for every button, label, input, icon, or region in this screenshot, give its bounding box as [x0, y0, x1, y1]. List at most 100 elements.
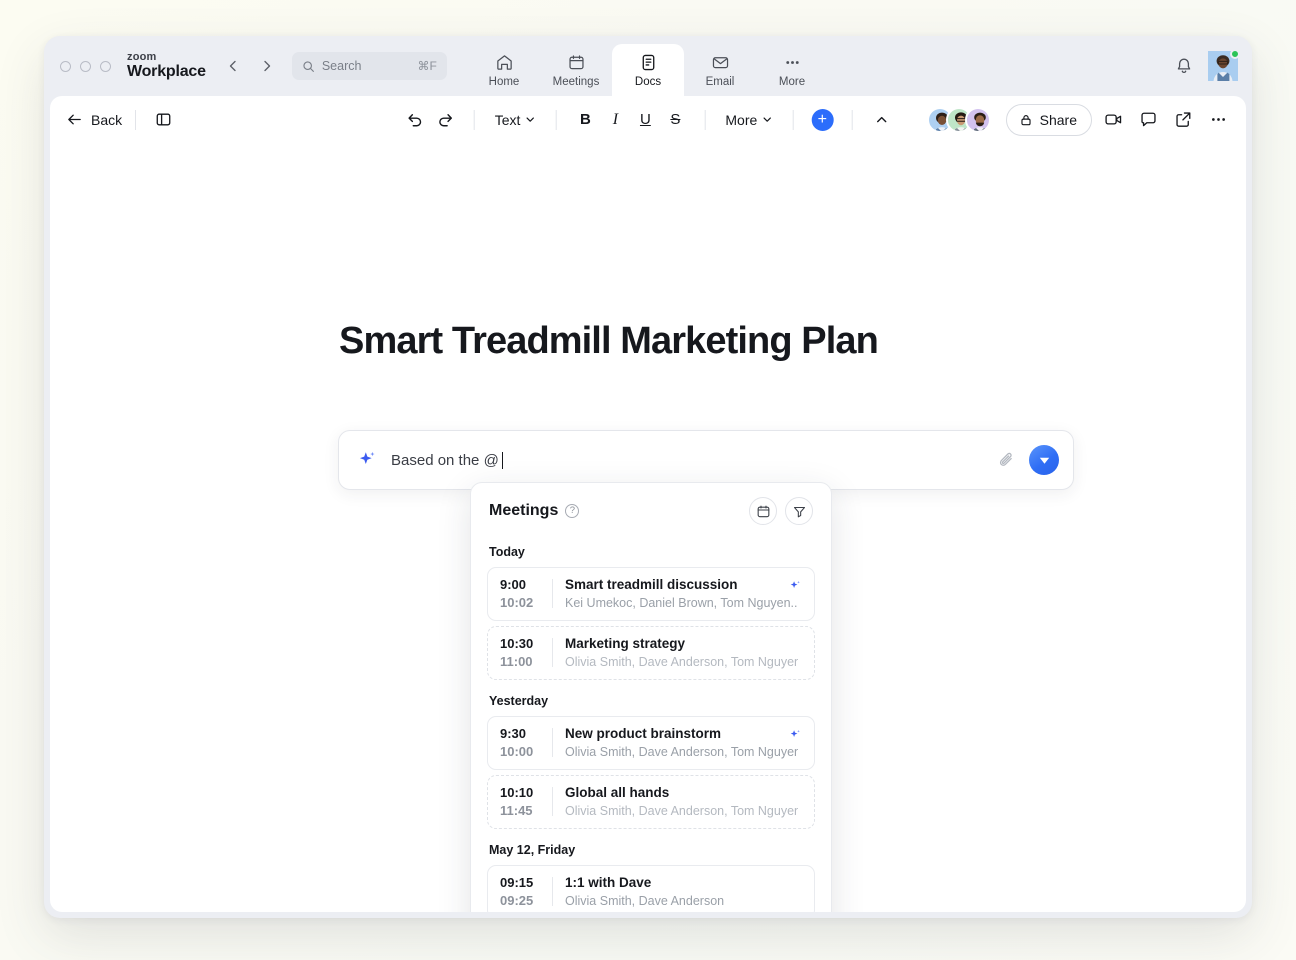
meeting-times: 9:30 10:00: [500, 726, 552, 759]
meeting-end-time: 11:45: [500, 803, 552, 818]
back-button[interactable]: Back: [66, 111, 122, 128]
tab-more[interactable]: More: [756, 44, 828, 96]
editor-toolbar: Back: [50, 96, 1246, 143]
tab-label: More: [779, 76, 805, 88]
panel-left-icon: [155, 111, 172, 128]
search-icon: [302, 60, 315, 73]
external-link-icon: [1174, 110, 1193, 129]
filter-button[interactable]: [785, 497, 813, 525]
minimize-window-button[interactable]: [80, 61, 91, 72]
meeting-row[interactable]: 9:00 10:02 Smart treadmill discussion Ke…: [487, 567, 815, 621]
undo-button[interactable]: [401, 106, 429, 134]
italic-label: I: [613, 111, 618, 129]
day-group-label: Today: [489, 545, 815, 559]
more-options-button[interactable]: [1204, 106, 1232, 134]
nav-forward-button[interactable]: [254, 53, 280, 79]
page-title[interactable]: Smart Treadmill Marketing Plan: [339, 320, 878, 363]
meeting-participants: Olivia Smith, Dave Anderson, Tom Nguyen.…: [565, 804, 798, 818]
chevron-left-icon: [225, 58, 241, 74]
tab-label: Email: [706, 76, 735, 88]
document-pane: Back: [50, 96, 1246, 912]
tab-label: Docs: [635, 76, 661, 88]
chevron-down-icon: [524, 114, 535, 125]
bell-icon: [1174, 56, 1194, 76]
bold-button[interactable]: B: [571, 106, 599, 134]
tab-home[interactable]: Home: [468, 44, 540, 96]
meeting-start-time: 09:15: [500, 875, 552, 890]
meeting-ai-summary-icon: [789, 728, 802, 741]
text-style-dropdown[interactable]: Text: [490, 106, 541, 134]
italic-button[interactable]: I: [601, 106, 629, 134]
attach-file-button[interactable]: [997, 450, 1017, 470]
collaborator-avatars[interactable]: [927, 107, 991, 133]
insert-button[interactable]: +: [808, 106, 836, 134]
meeting-row[interactable]: 09:15 09:25 1:1 with Dave Olivia Smith, …: [487, 865, 815, 912]
app-window: zoom Workplace Search ⌘F: [44, 36, 1252, 918]
chevron-down-icon: [761, 114, 772, 125]
redo-button[interactable]: [431, 106, 459, 134]
toolbar-divider: [792, 110, 793, 130]
brand-line-2: Workplace: [127, 64, 206, 80]
status-badge: [1230, 49, 1240, 59]
calendar-filter-button[interactable]: [749, 497, 777, 525]
meeting-row[interactable]: 9:30 10:00 New product brainstorm Olivia…: [487, 716, 815, 770]
home-icon: [495, 53, 514, 73]
filter-icon: [792, 504, 807, 519]
search-input[interactable]: Search ⌘F: [292, 52, 447, 80]
underline-button[interactable]: U: [631, 106, 659, 134]
day-group-label: Yesterday: [489, 694, 815, 708]
meeting-row[interactable]: 10:30 11:00 Marketing strategy Olivia Sm…: [487, 626, 815, 680]
meeting-times: 9:00 10:02: [500, 577, 552, 610]
calendar-icon: [567, 53, 586, 73]
chevron-up-icon: [874, 113, 888, 127]
calendar-icon: [756, 504, 771, 519]
row-divider: [552, 877, 553, 906]
meeting-name: Smart treadmill discussion: [565, 577, 798, 592]
ellipsis-icon: [1209, 110, 1228, 129]
meeting-row[interactable]: 10:10 11:45 Global all hands Olivia Smit…: [487, 775, 815, 829]
toolbar-divider: [135, 110, 136, 130]
meeting-end-time: 11:00: [500, 654, 552, 669]
strikethrough-button[interactable]: S: [661, 106, 689, 134]
row-divider: [552, 579, 553, 608]
meeting-participants: Olivia Smith, Dave Anderson, Tom Nguyen.…: [565, 745, 798, 759]
user-avatar-button[interactable]: [1208, 51, 1238, 81]
collapse-toolbar-button[interactable]: [867, 106, 895, 134]
tab-meetings[interactable]: Meetings: [540, 44, 612, 96]
send-prompt-button[interactable]: [1029, 445, 1059, 475]
comments-button[interactable]: [1134, 106, 1162, 134]
nav-back-button[interactable]: [220, 53, 246, 79]
ai-prompt-actions: [997, 445, 1059, 475]
meeting-start-time: 10:30: [500, 636, 552, 651]
share-button[interactable]: Share: [1006, 104, 1092, 136]
meetings-mention-dropdown: Meetings ?: [470, 482, 832, 912]
sidebar-toggle-button[interactable]: [149, 106, 177, 134]
plus-circle-icon: +: [811, 109, 833, 131]
main-nav-tabs: Home Meetings Docs: [468, 36, 828, 96]
meeting-info: Global all hands Olivia Smith, Dave Ande…: [565, 785, 802, 818]
ai-prompt-value: Based on the @: [391, 452, 499, 469]
collaborator-avatar: [965, 107, 991, 133]
tab-label: Meetings: [553, 76, 600, 88]
meeting-end-time: 10:02: [500, 595, 552, 610]
question-mark-icon[interactable]: ?: [565, 504, 579, 518]
arrow-left-icon: [66, 111, 83, 128]
tab-docs[interactable]: Docs: [612, 44, 684, 96]
notifications-button[interactable]: [1174, 56, 1194, 76]
day-group-label: May 12, Friday: [489, 843, 815, 857]
ellipsis-icon: [783, 53, 802, 73]
ai-prompt-box[interactable]: Based on the @: [338, 430, 1074, 490]
more-format-dropdown[interactable]: More: [720, 106, 777, 134]
meeting-times: 09:15 09:25: [500, 875, 552, 908]
maximize-window-button[interactable]: [100, 61, 111, 72]
formatting-tools: Text B I U S: [401, 106, 896, 134]
meeting-times: 10:30 11:00: [500, 636, 552, 669]
meetings-list: Today 9:00 10:02 Smart treadmill discuss…: [471, 545, 831, 912]
start-meeting-button[interactable]: [1099, 106, 1127, 134]
open-external-button[interactable]: [1169, 106, 1197, 134]
redo-icon: [435, 110, 454, 129]
close-window-button[interactable]: [60, 61, 71, 72]
tab-email[interactable]: Email: [684, 44, 756, 96]
meeting-name: Global all hands: [565, 785, 798, 800]
toolbar-divider: [555, 110, 556, 130]
